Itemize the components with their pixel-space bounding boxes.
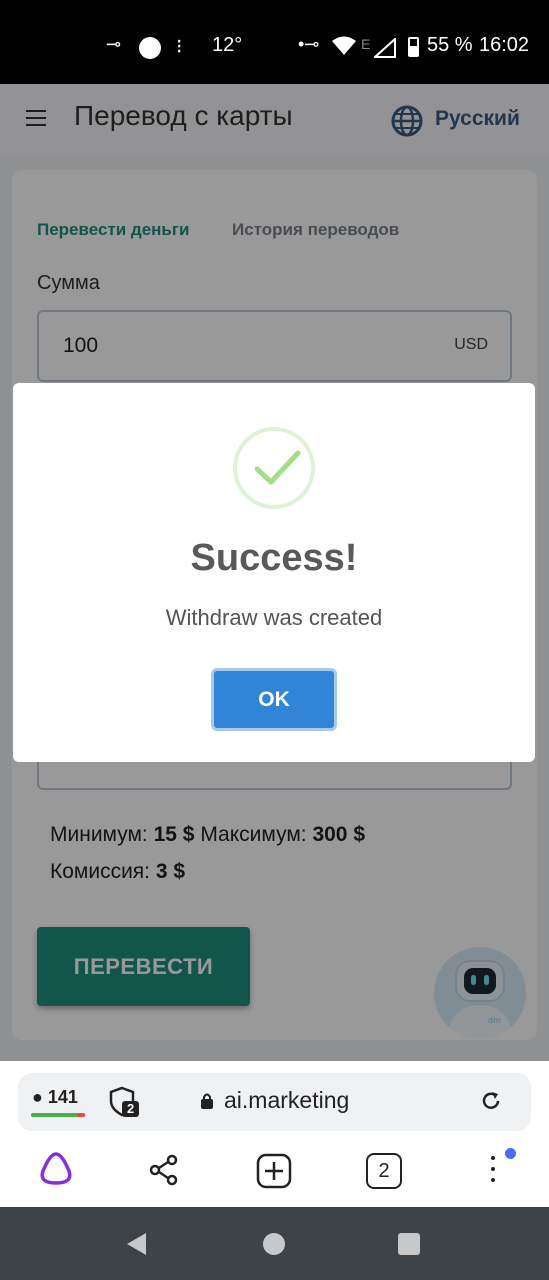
tabs-count: 2 (378, 1159, 390, 1182)
shield-count: 2 (127, 1101, 135, 1116)
clock: 16:02 (479, 34, 530, 56)
share-icon[interactable] (148, 1154, 180, 1186)
temperature: 12° (212, 34, 243, 56)
new-tab-icon[interactable] (256, 1153, 292, 1189)
home-icon[interactable] (263, 1233, 285, 1255)
record-icon (139, 37, 161, 59)
url-text[interactable]: ai.marketing (224, 1087, 349, 1114)
ok-button[interactable]: OK (211, 668, 337, 731)
battery-icon (408, 37, 419, 57)
battery-percent: 55 % (427, 34, 473, 56)
signal-icon (374, 38, 396, 58)
reload-icon[interactable] (480, 1090, 502, 1112)
wifi-icon (332, 36, 356, 55)
footsteps-icon: ⁝ (176, 36, 183, 58)
tabs-button[interactable]: 2 (366, 1153, 402, 1189)
browser-toolbar: ● 141 2 ai.marketing 2 (0, 1061, 549, 1207)
success-icon (233, 427, 315, 509)
shield-icon[interactable] (108, 1085, 142, 1119)
network-type: E (361, 36, 371, 52)
address-bar[interactable]: ● 141 2 ai.marketing (18, 1073, 531, 1131)
alice-assistant-icon[interactable] (37, 1151, 75, 1187)
dialog-title: Success! (190, 537, 358, 579)
notification-dot (505, 1148, 516, 1159)
system-navigation-bar (0, 1207, 549, 1280)
status-bar: ⊸ ⁝ 12° •⊸ E 55 % 16:02 (0, 0, 549, 84)
key-icon: ⊸ (106, 34, 122, 54)
chat-bubble-icon: ● (32, 1087, 43, 1107)
success-dialog: Success! Withdraw was created OK (13, 383, 535, 762)
back-icon[interactable] (126, 1232, 148, 1256)
check-icon (255, 450, 301, 485)
progress-indicator (31, 1113, 85, 1117)
lock-icon (201, 1093, 213, 1109)
recents-icon[interactable] (398, 1233, 420, 1255)
chat-counter[interactable]: ● 141 (32, 1087, 78, 1108)
dialog-message: Withdraw was created (165, 605, 383, 630)
more-menu-icon[interactable] (488, 1156, 498, 1186)
vpn-key-icon: •⊸ (298, 34, 320, 54)
